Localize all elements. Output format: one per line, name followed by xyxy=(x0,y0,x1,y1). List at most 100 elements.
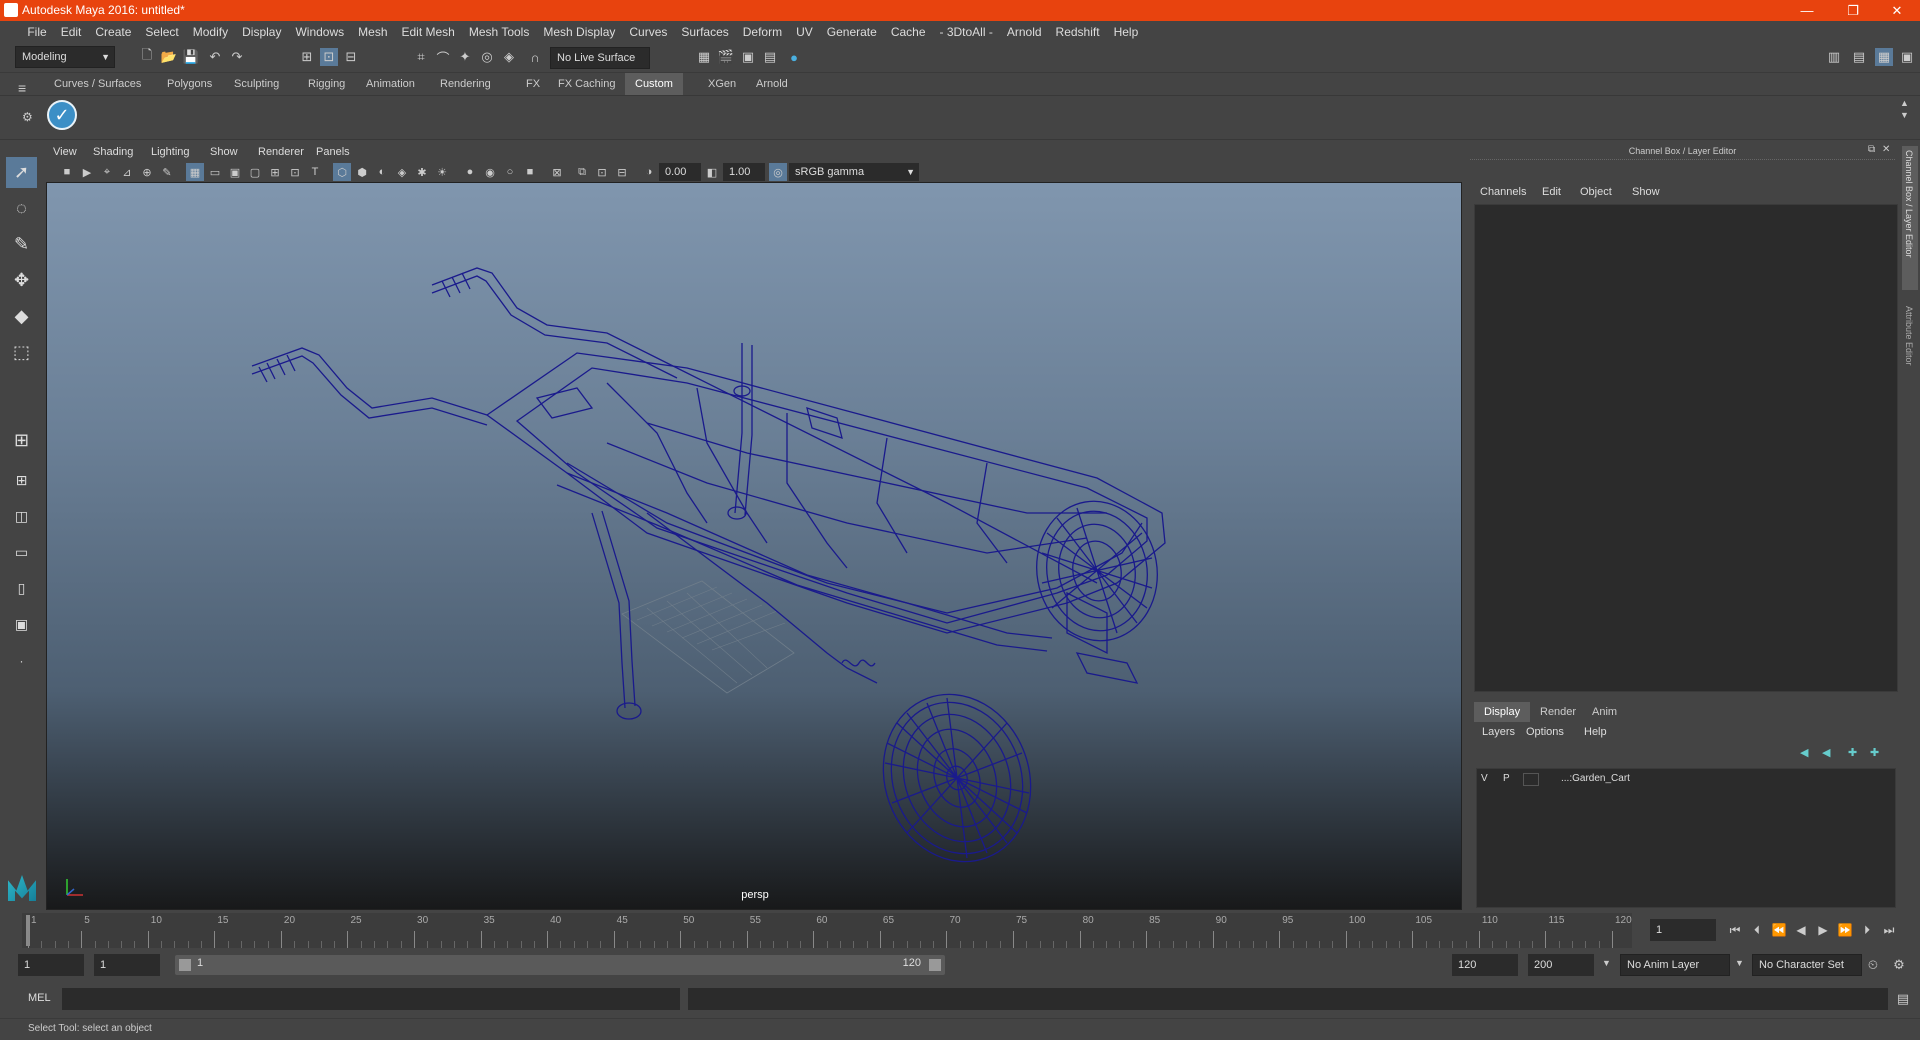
layer-row[interactable]: V P ...:Garden_Cart xyxy=(1477,771,1895,789)
four-view-layout-icon[interactable]: ⊞ xyxy=(6,465,37,496)
grease-pencil-icon[interactable]: ✎ xyxy=(158,163,176,181)
layer-display-type[interactable] xyxy=(1523,773,1539,786)
snap-curve-icon[interactable]: ⌒ xyxy=(434,48,452,66)
shelf-tab-fx[interactable]: FX xyxy=(516,73,550,95)
gate-mask-icon[interactable]: ▢ xyxy=(246,163,264,181)
persp-outliner-layout-icon[interactable]: ▯ xyxy=(6,573,37,604)
wireframe-on-shaded-icon[interactable]: ◐ xyxy=(373,163,391,181)
motion-blur-icon[interactable]: ◉ xyxy=(481,163,499,181)
grid-icon[interactable]: ▦ xyxy=(186,163,204,181)
character-set-dropdown[interactable]: No Character Set xyxy=(1752,954,1862,976)
menu-create[interactable]: Create xyxy=(88,21,138,43)
layer-editor-menu-options[interactable]: Options xyxy=(1526,726,1564,738)
safe-action-icon[interactable]: ⊡ xyxy=(286,163,304,181)
live-surface-field[interactable]: No Live Surface xyxy=(550,47,650,69)
menu-help[interactable]: Help xyxy=(1107,21,1146,43)
move-layer-up-icon[interactable]: ◀ xyxy=(1800,746,1808,759)
textured-icon[interactable]: ◈ xyxy=(393,163,411,181)
camera-attributes-icon[interactable]: ▶ xyxy=(78,163,96,181)
animation-end-field[interactable]: 200 xyxy=(1528,954,1594,976)
undo-icon[interactable]: ↶ xyxy=(206,48,224,66)
menu-3dtoall[interactable]: - 3DtoAll - xyxy=(933,21,1000,43)
close-button[interactable]: ✕ xyxy=(1874,0,1920,21)
select-hierarchy-icon[interactable]: ⊞ xyxy=(298,48,316,66)
bookmark-icon[interactable]: ⌖ xyxy=(98,163,116,181)
screen-space-ao-icon[interactable]: ● xyxy=(461,163,479,181)
shelf-settings-icon[interactable]: ⚙ xyxy=(22,110,33,124)
menu-mesh[interactable]: Mesh xyxy=(351,21,394,43)
2d-pan-zoom-icon[interactable]: ⊕ xyxy=(138,163,156,181)
render-view-icon[interactable]: ▤ xyxy=(761,48,779,66)
menu-arnold[interactable]: Arnold xyxy=(1000,21,1049,43)
open-scene-icon[interactable]: 📂 xyxy=(160,48,178,66)
playback-start-field[interactable]: 1 xyxy=(94,954,160,976)
save-scene-icon[interactable]: 💾 xyxy=(182,48,200,66)
exposure-icon[interactable]: ◑ xyxy=(640,163,658,181)
lasso-tool-icon[interactable]: ◌ xyxy=(6,193,37,224)
select-camera-icon[interactable]: ■ xyxy=(58,163,76,181)
ipr-render-icon[interactable]: ▣ xyxy=(739,48,757,66)
close-panel-icon[interactable]: ✕ xyxy=(1882,144,1890,155)
gamma-field[interactable]: 1.00 xyxy=(723,163,765,181)
chevron-down-icon[interactable]: ▼ xyxy=(1602,958,1611,968)
checkmark-shelf-icon[interactable]: ✓ xyxy=(47,100,77,130)
channel-box-menu-show[interactable]: Show xyxy=(1632,186,1660,198)
single-view-layout-icon[interactable]: ⊞ xyxy=(6,425,37,456)
channel-box-menu-channels[interactable]: Channels xyxy=(1480,186,1526,198)
menu-uv[interactable]: UV xyxy=(789,21,820,43)
shelf-tab-curves-surfaces[interactable]: Curves / Surfaces xyxy=(44,73,151,95)
menu-select[interactable]: Select xyxy=(138,21,185,43)
step-back-icon[interactable]: ⏴ xyxy=(1748,921,1766,939)
shelf-tab-rendering[interactable]: Rendering xyxy=(430,73,501,95)
layer-tab-anim[interactable]: Anim xyxy=(1582,702,1627,722)
shelf-tab-arnold[interactable]: Arnold xyxy=(746,73,798,95)
playback-end-field[interactable]: 120 xyxy=(1452,954,1518,976)
menu-curves[interactable]: Curves xyxy=(622,21,674,43)
attribute-editor-side-tab[interactable]: Attribute Editor xyxy=(1902,302,1918,402)
more-layouts-icon[interactable]: · xyxy=(6,645,37,676)
layer-editor-menu-help[interactable]: Help xyxy=(1584,726,1607,738)
toggle-modeling-toolkit-icon[interactable]: ▥ xyxy=(1825,48,1843,66)
menu-windows[interactable]: Windows xyxy=(288,21,351,43)
viewport-menu-renderer[interactable]: Renderer xyxy=(258,143,304,161)
shelf-tab-xgen[interactable]: XGen xyxy=(698,73,746,95)
menu-file[interactable]: File xyxy=(20,21,53,43)
scale-tool-icon[interactable]: ⬚ xyxy=(6,337,37,368)
shelf-tab-fx-caching[interactable]: FX Caching xyxy=(548,73,625,95)
step-forward-icon[interactable]: ⏵ xyxy=(1858,921,1876,939)
channel-box-side-tab[interactable]: Channel Box / Layer Editor xyxy=(1902,146,1918,290)
select-object-icon[interactable]: ⊡ xyxy=(320,48,338,66)
film-gate-icon[interactable]: ▭ xyxy=(206,163,224,181)
menu-edit[interactable]: Edit xyxy=(54,21,89,43)
channel-box-menu-object[interactable]: Object xyxy=(1580,186,1612,198)
menu-deform[interactable]: Deform xyxy=(736,21,789,43)
xray-components-icon[interactable]: ⊟ xyxy=(613,163,631,181)
field-chart-icon[interactable]: ⊞ xyxy=(266,163,284,181)
toggle-attribute-editor-icon[interactable]: ▤ xyxy=(1850,48,1868,66)
shelf-scroll-down-icon[interactable]: ▼ xyxy=(1900,110,1909,120)
menu-display[interactable]: Display xyxy=(235,21,288,43)
menu-generate[interactable]: Generate xyxy=(820,21,884,43)
step-forward-key-icon[interactable]: ⏩ xyxy=(1836,921,1854,939)
viewport-menu-show[interactable]: Show xyxy=(210,143,238,161)
redo-icon[interactable]: ↷ xyxy=(228,48,246,66)
shelf-scroll-up-icon[interactable]: ▲ xyxy=(1900,98,1909,108)
persp-graph-layout-icon[interactable]: ▭ xyxy=(6,537,37,568)
current-frame-field[interactable]: 1 xyxy=(1650,919,1716,941)
shelf-tab-rigging[interactable]: Rigging xyxy=(298,73,355,95)
isolate-select-icon[interactable]: ⊠ xyxy=(548,163,566,181)
smooth-shade-icon[interactable]: ⬢ xyxy=(353,163,371,181)
snap-surface-icon[interactable]: ◈ xyxy=(500,48,518,66)
xray-joints-icon[interactable]: ⊡ xyxy=(593,163,611,181)
new-layer-selected-icon[interactable]: ✚ xyxy=(1870,746,1879,759)
persp-hypershade-layout-icon[interactable]: ▣ xyxy=(6,609,37,640)
shelf-tab-polygons[interactable]: Polygons xyxy=(157,73,222,95)
toggle-tool-settings-icon[interactable]: ▣ xyxy=(1898,48,1916,66)
color-management-icon[interactable]: ◎ xyxy=(769,163,787,181)
layer-tab-render[interactable]: Render xyxy=(1530,702,1586,722)
viewport-menu-view[interactable]: View xyxy=(53,143,77,161)
shelf-tab-animation[interactable]: Animation xyxy=(356,73,425,95)
xray-icon[interactable]: ⧉ xyxy=(573,163,591,181)
new-scene-icon[interactable]: 🗋 xyxy=(138,47,156,66)
menu-cache[interactable]: Cache xyxy=(884,21,933,43)
